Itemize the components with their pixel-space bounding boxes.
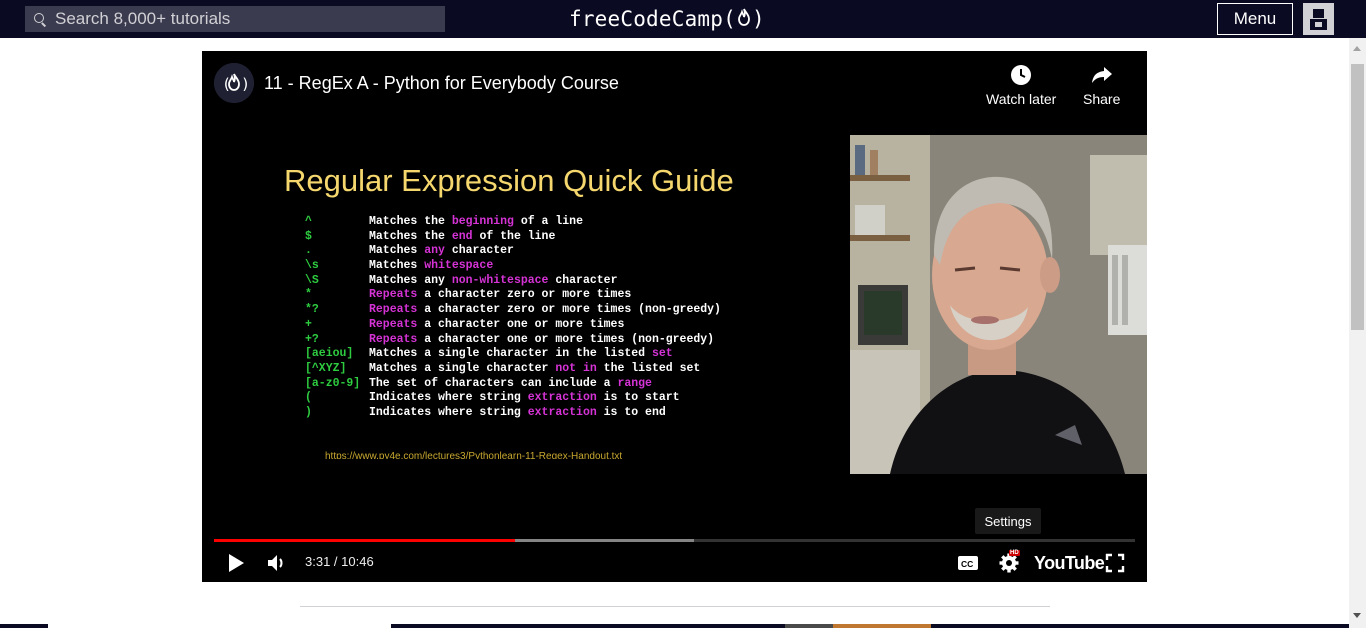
search-input[interactable]	[55, 6, 445, 32]
scroll-down-arrow-icon[interactable]	[1353, 613, 1361, 618]
next-content-strip	[0, 624, 1349, 628]
logo-text-left: freeCodeCamp(	[569, 7, 736, 31]
share-arrow-icon	[1091, 67, 1112, 83]
guide-description: Repeats a character one or more times	[369, 317, 625, 331]
hd-badge: HD	[1009, 550, 1020, 556]
guide-description: Indicates where string extraction is to …	[369, 405, 666, 419]
search-icon	[25, 6, 55, 32]
instructor-webcam	[850, 135, 1147, 474]
guide-symbol: *	[305, 288, 312, 302]
guide-row: +? Repeats a character one or more times …	[305, 333, 721, 348]
slide-title: Regular Expression Quick Guide	[284, 163, 734, 198]
svg-text:): )	[241, 75, 250, 93]
guide-row: [a-z0-9] The set of characters can includ…	[305, 377, 721, 392]
youtube-logo[interactable]: YouTube	[1034, 551, 1105, 575]
play-icon	[229, 554, 244, 572]
guide-description: Repeats a character zero or more times (…	[369, 303, 721, 317]
guide-row: . Matches any character	[305, 244, 721, 259]
time-display: 3:31 / 10:46	[305, 554, 374, 569]
page-scrollbar[interactable]	[1349, 38, 1366, 628]
guide-symbol: [aeiou]	[305, 347, 354, 361]
scrollbar-thumb[interactable]	[1351, 64, 1364, 330]
guide-row: ( Indicates where string extraction is to…	[305, 391, 721, 406]
guide-symbol: ^	[305, 215, 312, 228]
guide-row: [aeiou] Matches a single character in the…	[305, 347, 721, 362]
volume-icon	[268, 555, 283, 571]
play-button[interactable]	[224, 550, 248, 576]
share-label: Share	[1083, 91, 1121, 107]
logo-text-right: )	[751, 7, 765, 31]
guide-description: Matches any character	[369, 244, 514, 258]
guide-description: Indicates where string extraction is to …	[369, 391, 680, 405]
guide-row: *? Repeats a character zero or more times…	[305, 303, 721, 318]
user-avatar[interactable]	[1303, 3, 1334, 35]
guide-description: Matches a single character not in the li…	[369, 361, 701, 375]
clock-icon	[1011, 65, 1032, 85]
guide-description: Matches whitespace	[369, 259, 494, 273]
guide-symbol: $	[305, 229, 312, 243]
settings-tooltip: Settings	[975, 508, 1041, 534]
watch-later-label: Watch later	[986, 91, 1057, 107]
content-divider	[300, 606, 1050, 607]
scroll-up-arrow-icon[interactable]	[1353, 46, 1361, 51]
fullscreen-button[interactable]	[1103, 550, 1127, 576]
guide-row: \s Matches whitespace	[305, 259, 721, 274]
guide-row: ) Indicates where string extraction is to…	[305, 406, 721, 421]
guide-description: The set of characters can include a rang…	[369, 376, 652, 390]
guide-symbol: +	[305, 317, 312, 331]
search-bar[interactable]	[25, 6, 445, 32]
mute-button[interactable]	[264, 550, 290, 576]
guide-symbol: (	[305, 391, 312, 405]
guide-description: Matches any non-whitespace character	[369, 273, 618, 287]
settings-button[interactable]: HD	[995, 550, 1023, 576]
guide-symbol: +?	[305, 332, 319, 346]
guide-symbol: .	[305, 244, 312, 258]
guide-symbol: )	[305, 405, 312, 419]
guide-description: Matches the beginning of a line	[369, 215, 583, 228]
watch-later-button[interactable]: Watch later	[986, 63, 1056, 107]
guide-symbol: \s	[305, 259, 319, 273]
video-player[interactable]: Regular Expression Quick Guide ^ Matches …	[202, 51, 1147, 582]
captions-button[interactable]: CC	[955, 550, 981, 576]
guide-description: Repeats a character one or more times (n…	[369, 332, 715, 346]
slide-url: https://www.py4e.com/lectures3/Pythonlea…	[325, 451, 623, 459]
strip-segment	[785, 624, 833, 628]
cc-icon: CC	[958, 556, 978, 570]
guide-symbol: [^XYZ]	[305, 361, 347, 375]
guide-row: + Repeats a character one or more times	[305, 318, 721, 333]
guide-row: \S Matches any non-whitespace character	[305, 274, 721, 289]
fullscreen-icon	[1105, 553, 1125, 573]
menu-button[interactable]: Menu	[1217, 3, 1293, 35]
regex-guide-table: ^ Matches the beginning of a line $ Matches…	[305, 215, 721, 421]
guide-description: Matches a single character in the listed…	[369, 347, 673, 361]
progress-played	[214, 539, 515, 542]
flame-icon	[737, 7, 751, 31]
guide-row: $ Matches the end of the line	[305, 230, 721, 245]
top-navbar: freeCodeCamp( ) Menu	[0, 0, 1366, 38]
video-title[interactable]: 11 - RegEx A - Python for Everybody Cour…	[264, 73, 619, 94]
svg-text:CC: CC	[961, 559, 973, 569]
guide-description: Matches the end of the line	[369, 229, 556, 243]
guide-symbol: \S	[305, 273, 319, 287]
freecodecamp-logo[interactable]: freeCodeCamp( )	[569, 4, 765, 34]
guide-row: ^ Matches the beginning of a line	[305, 215, 721, 230]
strip-segment	[48, 624, 391, 628]
share-button[interactable]: Share	[1083, 63, 1120, 107]
guide-row: * Repeats a character zero or more times	[305, 288, 721, 303]
progress-bar[interactable]	[214, 539, 1135, 542]
guide-row: [^XYZ] Matches a single character not in …	[305, 362, 721, 377]
strip-segment	[833, 624, 931, 628]
lecture-slide: Regular Expression Quick Guide ^ Matches …	[202, 51, 852, 582]
channel-avatar[interactable]: ( )	[214, 63, 254, 103]
guide-symbol: *?	[305, 303, 319, 317]
guide-symbol: [a-z0-9]	[305, 376, 361, 390]
guide-description: Repeats a character zero or more times	[369, 288, 632, 302]
